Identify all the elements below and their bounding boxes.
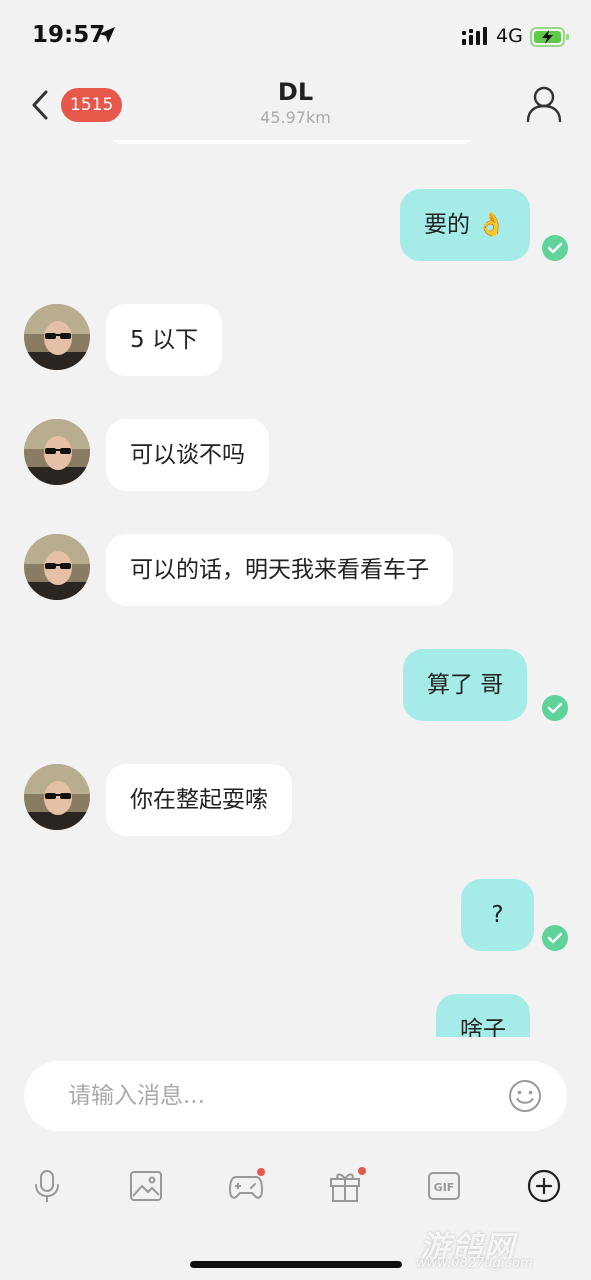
incoming-message-bubble[interactable]: 5 以下 [106, 304, 222, 376]
message-input-placeholder: 请输入消息... [68, 1083, 205, 1109]
gift-notification-dot [358, 1167, 366, 1175]
read-check-icon [542, 925, 568, 951]
chat-title: DL [277, 78, 314, 106]
outgoing-message-bubble[interactable]: ? [461, 879, 534, 951]
incoming-message-bubble[interactable]: 你在整起耍嗦 [106, 764, 292, 836]
microphone-icon[interactable] [29, 1168, 65, 1204]
message-list[interactable]: 要的 👌 5 以下 可以谈不吗 可以的话，明天我来看看车子 算了 哥 你在整起耍… [0, 140, 591, 1037]
read-check-icon [542, 235, 568, 261]
chat-header: 1515 DL 45.97km [0, 70, 591, 140]
network-type: 4G [496, 25, 523, 47]
battery-charging-icon [530, 27, 569, 47]
game-notification-dot [257, 1168, 265, 1176]
gif-icon[interactable]: GIF [426, 1168, 462, 1204]
location-arrow-icon [99, 27, 115, 43]
read-check-icon [542, 695, 568, 721]
incoming-message-bubble[interactable]: 可以的话，明天我来看看车子 [106, 534, 453, 606]
avatar-photo [24, 534, 90, 600]
home-indicator[interactable] [190, 1261, 402, 1268]
outgoing-message-bubble[interactable]: 算了 哥 [403, 649, 528, 721]
plus-circle-icon[interactable] [526, 1168, 562, 1204]
contact-avatar[interactable] [24, 419, 90, 485]
status-bar: 19:57 4G [0, 0, 591, 70]
incoming-message-bubble[interactable]: 可以谈不吗 [106, 419, 269, 491]
contact-avatar[interactable] [24, 304, 90, 370]
watermark-url: www.0827ug.com [416, 1256, 533, 1271]
message-input[interactable]: 请输入消息... [24, 1061, 567, 1131]
emoji-icon[interactable] [508, 1079, 542, 1113]
status-time: 19:57 [32, 22, 106, 48]
contact-avatar[interactable] [24, 534, 90, 600]
input-toolbar: GIF [0, 1160, 591, 1216]
outgoing-message-bubble[interactable]: 啥子 [436, 994, 530, 1037]
svg-text:GIF: GIF [434, 1181, 455, 1194]
previous-message-bubble [106, 140, 478, 144]
user-profile-icon[interactable] [524, 84, 564, 124]
chat-distance: 45.97km [260, 108, 331, 127]
avatar-photo [24, 764, 90, 830]
gift-icon[interactable] [327, 1168, 363, 1204]
signal-icon [462, 27, 487, 45]
avatar-photo [24, 419, 90, 485]
avatar-photo [24, 304, 90, 370]
image-icon[interactable] [128, 1168, 164, 1204]
contact-avatar[interactable] [24, 764, 90, 830]
outgoing-message-bubble[interactable]: 要的 👌 [400, 189, 530, 261]
